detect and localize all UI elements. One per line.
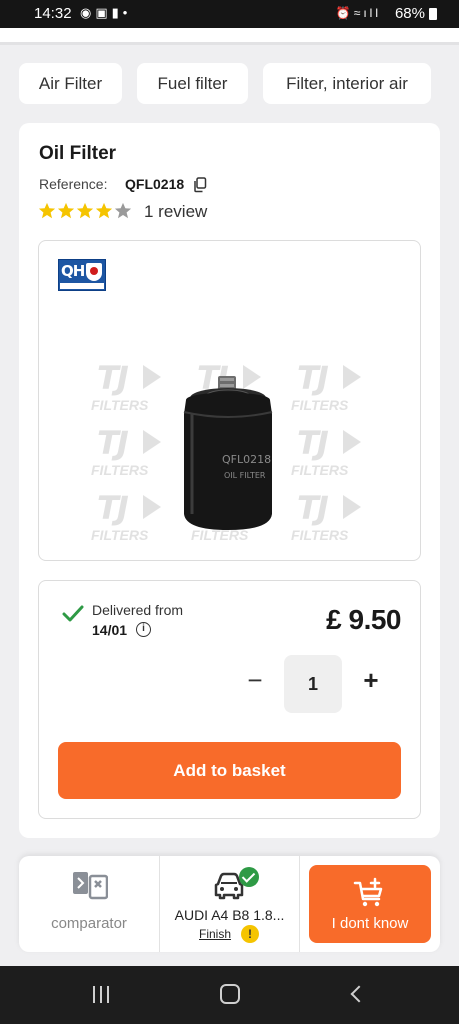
battery-icon [429, 8, 437, 20]
rating-stars [38, 202, 132, 220]
chip-air-filter[interactable]: Air Filter [19, 63, 122, 104]
watermark-logo: TJFILTERS [291, 359, 371, 415]
delivery-label: Delivered from [92, 602, 184, 618]
filter-part-print: QFL0218 [222, 453, 271, 466]
watermark-logo: TJFILTERS [91, 424, 171, 480]
copy-icon[interactable] [193, 177, 207, 193]
battery-level: 68% [394, 5, 425, 22]
home-icon[interactable] [220, 984, 240, 1004]
star-empty-icon [114, 202, 132, 219]
product-image[interactable]: QH TJFILTERS TJFILTERS TJFILTERS TJFILTE… [38, 240, 421, 561]
reference-value: QFL0218 [125, 176, 185, 192]
comparator-label: comparator [51, 915, 127, 932]
product-card: Oil Filter Reference: QFL0218 1 review Q… [19, 123, 440, 838]
status-time: 14:32 [34, 5, 72, 22]
watermark-logo: TJFILTERS [91, 359, 171, 415]
warning-icon: ! [241, 925, 259, 943]
notification-icons: ◉▣▮• [80, 5, 132, 20]
bottom-action-bar: comparator AUDI A4 B8 1.8... Finish ! I … [19, 856, 440, 952]
watermark-logo: TJFILTERS [91, 489, 171, 545]
delivery-date: 14/01 [92, 622, 128, 638]
check-icon [62, 605, 84, 622]
vehicle-verified-icon [239, 867, 259, 887]
status-bar: 14:32 ◉▣▮• ⏰≈ıll 68% [0, 0, 459, 28]
brand-logo-tagline [60, 283, 104, 289]
review-count-link[interactable]: 1 review [144, 202, 207, 222]
compare-icon [73, 872, 108, 900]
dont-know-label: I dont know [331, 915, 409, 932]
filter-part-caption: OIL FILTER [224, 471, 266, 480]
purchase-box: Delivered from 14/01 i £ 9.50 − 1 + Add … [38, 580, 421, 819]
header-shadow [0, 42, 459, 45]
quantity-value[interactable]: 1 [284, 655, 342, 713]
star-icon [57, 202, 75, 219]
system-icons: ⏰≈ıll [335, 6, 381, 20]
back-icon[interactable] [350, 985, 368, 1003]
chip-fuel-filter[interactable]: Fuel filter [137, 63, 248, 104]
reference-label: Reference: [39, 176, 108, 192]
chip-interior-air-filter[interactable]: Filter, interior air [263, 63, 431, 104]
oil-filter-image: QFL0218 OIL FILTER [183, 376, 273, 530]
product-price: £ 9.50 [326, 604, 401, 635]
bar-divider [299, 856, 300, 952]
recent-apps-icon[interactable] [93, 986, 111, 1003]
product-title: Oil Filter [39, 143, 117, 164]
star-icon [38, 202, 56, 219]
vehicle-label: AUDI A4 B8 1.8... [174, 907, 285, 923]
star-icon [76, 202, 94, 219]
brand-crest-icon [86, 263, 102, 281]
quantity-decrease-button[interactable]: − [243, 667, 267, 693]
cart-plus-icon [353, 877, 383, 907]
info-icon[interactable]: i [136, 622, 151, 637]
add-to-basket-button[interactable]: Add to basket [58, 742, 401, 799]
brand-logo-text: QH [61, 262, 85, 280]
watermark-logo: TJFILTERS [291, 489, 371, 545]
comparator-button[interactable]: comparator [19, 856, 159, 952]
dont-know-button[interactable]: I dont know [309, 865, 431, 943]
quantity-increase-button[interactable]: + [359, 667, 383, 693]
system-navigation-bar [0, 966, 459, 1024]
brand-logo: QH [58, 259, 106, 291]
finish-link[interactable]: Finish [199, 927, 231, 941]
watermark-logo: TJFILTERS [291, 424, 371, 480]
star-icon [95, 202, 113, 219]
